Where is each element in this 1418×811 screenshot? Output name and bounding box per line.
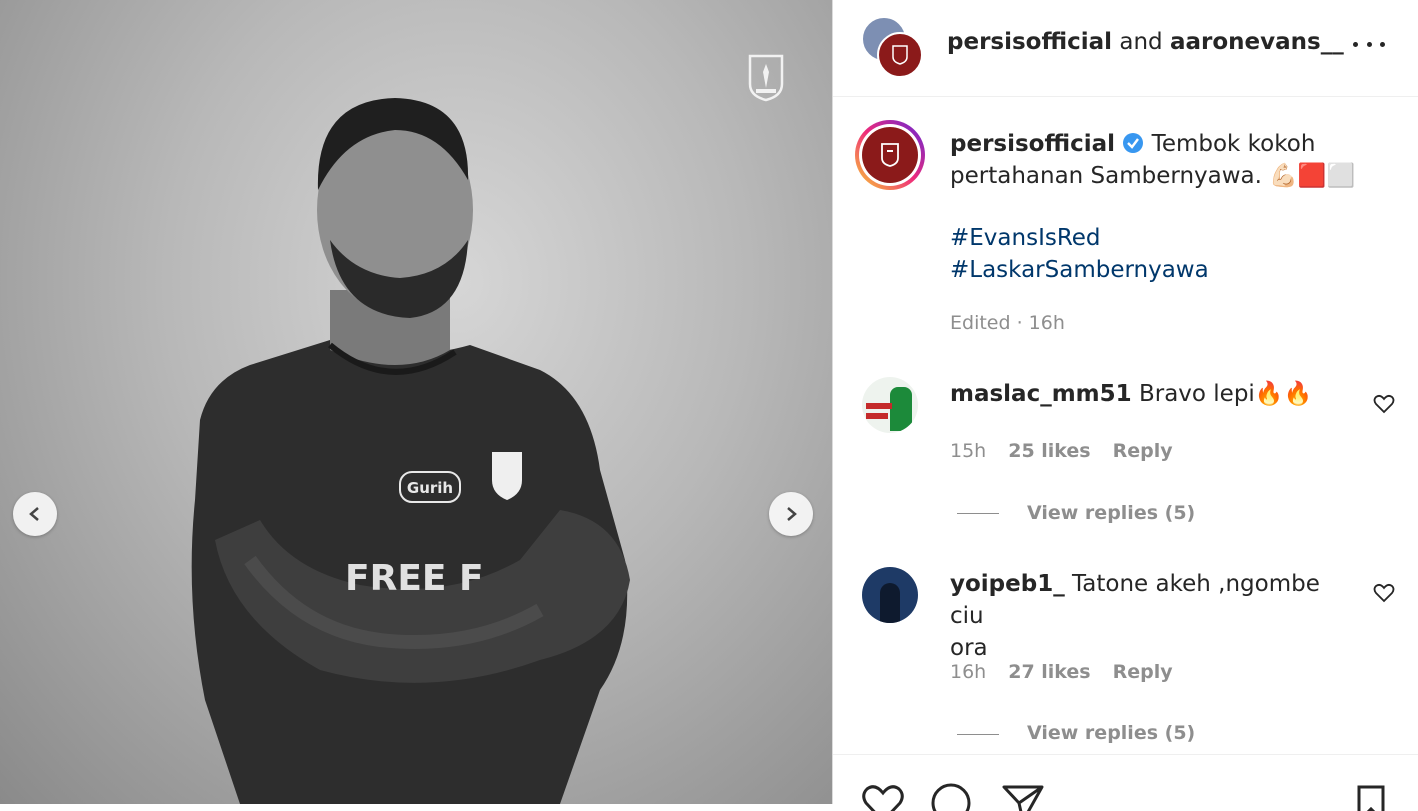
comment-username[interactable]: maslac_mm51	[950, 381, 1132, 407]
comment-row: maslac_mm51 Bravo lepi🔥🔥	[950, 380, 1312, 407]
view-replies-button[interactable]: View replies (5)	[1027, 722, 1195, 744]
share-icon[interactable]	[1001, 781, 1045, 811]
commenter-avatar[interactable]	[862, 567, 918, 623]
comment-username[interactable]: yoipeb1_	[950, 571, 1065, 597]
comment-likes[interactable]: 27 likes	[1008, 661, 1090, 683]
edited-label: Edited	[950, 312, 1011, 334]
comment-likes[interactable]: 25 likes	[1008, 440, 1090, 462]
commenter-avatar[interactable]	[862, 377, 918, 433]
caption-text-line2: pertahanan Sambernyawa. 💪🏻🟥⬜	[950, 163, 1356, 189]
comment-text: Bravo lepi🔥🔥	[1138, 381, 1313, 407]
replies-divider	[957, 734, 999, 735]
verified-icon	[1123, 133, 1144, 153]
club-crest-icon	[892, 45, 908, 65]
comment-time: 16h	[950, 661, 987, 683]
post-time: 16h	[1028, 312, 1065, 334]
comment-text-line2: ora	[950, 635, 988, 661]
player-photo: Gurih FREE F	[191, 98, 630, 804]
more-icon[interactable]	[1353, 32, 1385, 56]
view-replies-button[interactable]: View replies (5)	[1027, 502, 1195, 524]
comment-icon[interactable]	[929, 781, 973, 811]
reply-button[interactable]: Reply	[1113, 661, 1173, 683]
chevron-right-icon	[787, 507, 797, 521]
post-header: persisofficial and aaronevans__	[833, 0, 1418, 97]
comment-like-heart-icon[interactable]	[1373, 393, 1395, 415]
caption-hashtags: #EvansIsRed #LaskarSambernyawa	[950, 222, 1209, 286]
post-authors: persisofficial and aaronevans__	[947, 29, 1344, 55]
hashtag-link[interactable]: #EvansIsRed	[950, 225, 1101, 251]
reply-button[interactable]: Reply	[1113, 440, 1173, 462]
action-bar	[833, 754, 1418, 811]
comment-like-heart-icon[interactable]	[1373, 582, 1395, 604]
comment-meta: 16h 27 likes Reply	[950, 661, 1173, 683]
svg-text:Gurih: Gurih	[407, 479, 453, 497]
comment-time: 15h	[950, 440, 987, 462]
avatar	[862, 127, 918, 183]
caption: persisofficial Tembok kokoh pertahanan S…	[950, 128, 1390, 192]
post-details-panel: persisofficial and aaronevans__ persisof…	[832, 0, 1418, 811]
replies-divider	[957, 513, 999, 514]
caption-avatar-story-ring[interactable]	[855, 120, 925, 190]
author-secondary-link[interactable]: aaronevans__	[1170, 29, 1344, 55]
comment-row: yoipeb1_ Tatone akeh ,ngombe ciu ora	[950, 568, 1360, 664]
author-primary-link[interactable]: persisofficial	[947, 29, 1112, 55]
club-crest-icon	[881, 143, 899, 167]
caption-text-line1: Tembok kokoh	[1151, 131, 1316, 157]
heart-icon[interactable]	[861, 781, 905, 811]
post-media: Gurih FREE F	[0, 0, 832, 804]
caption-username[interactable]: persisofficial	[950, 131, 1115, 157]
chevron-left-icon	[29, 507, 39, 521]
next-image-button[interactable]	[769, 492, 813, 536]
bookmark-icon[interactable]	[1353, 781, 1389, 811]
collab-avatars[interactable]	[861, 16, 923, 78]
caption-meta: Edited · 16h	[950, 312, 1065, 334]
hashtag-link[interactable]: #LaskarSambernyawa	[950, 257, 1209, 283]
authors-joiner: and	[1119, 29, 1163, 55]
svg-text:FREE F: FREE F	[345, 558, 484, 599]
avatar	[877, 32, 923, 78]
previous-image-button[interactable]	[13, 492, 57, 536]
comment-meta: 15h 25 likes Reply	[950, 440, 1173, 462]
